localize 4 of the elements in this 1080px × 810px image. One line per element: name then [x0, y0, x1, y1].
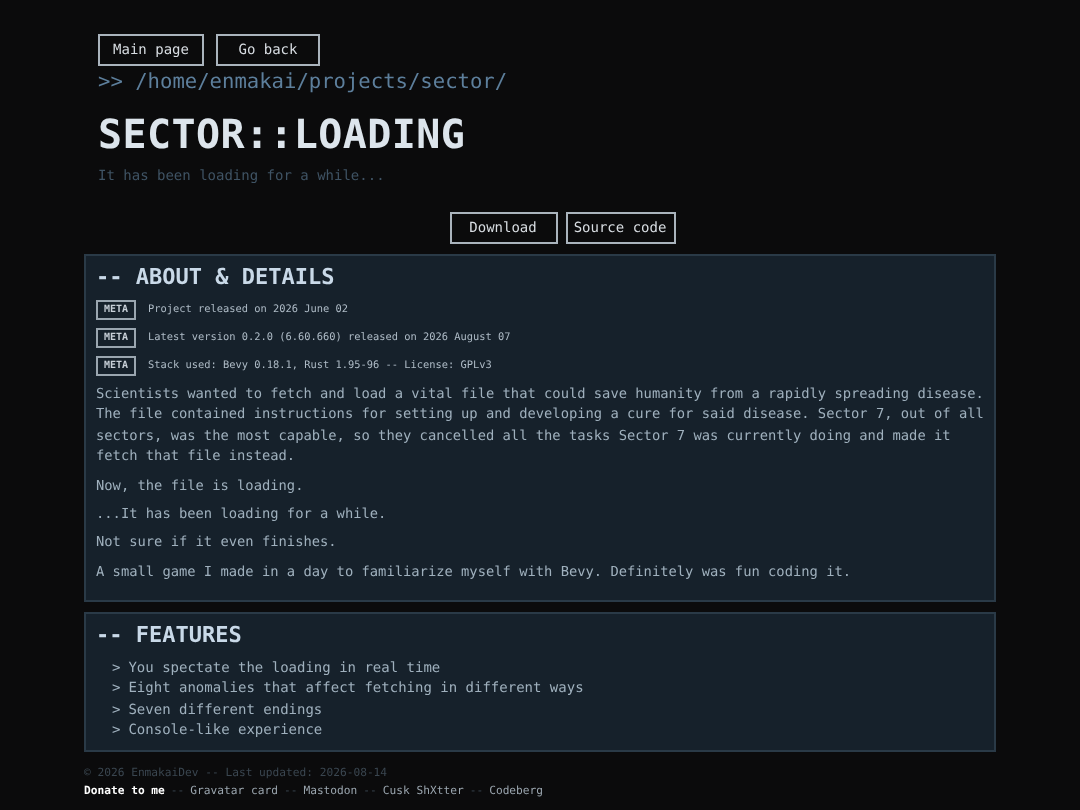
- section-heading: -- FEATURES: [96, 622, 244, 649]
- section-heading: -- ABOUT & DETAILS: [96, 264, 337, 290]
- path-text: >> /home/enmakai/projects/sector/: [98, 70, 510, 94]
- page-title: SECTOR::LOADING: [98, 110, 468, 158]
